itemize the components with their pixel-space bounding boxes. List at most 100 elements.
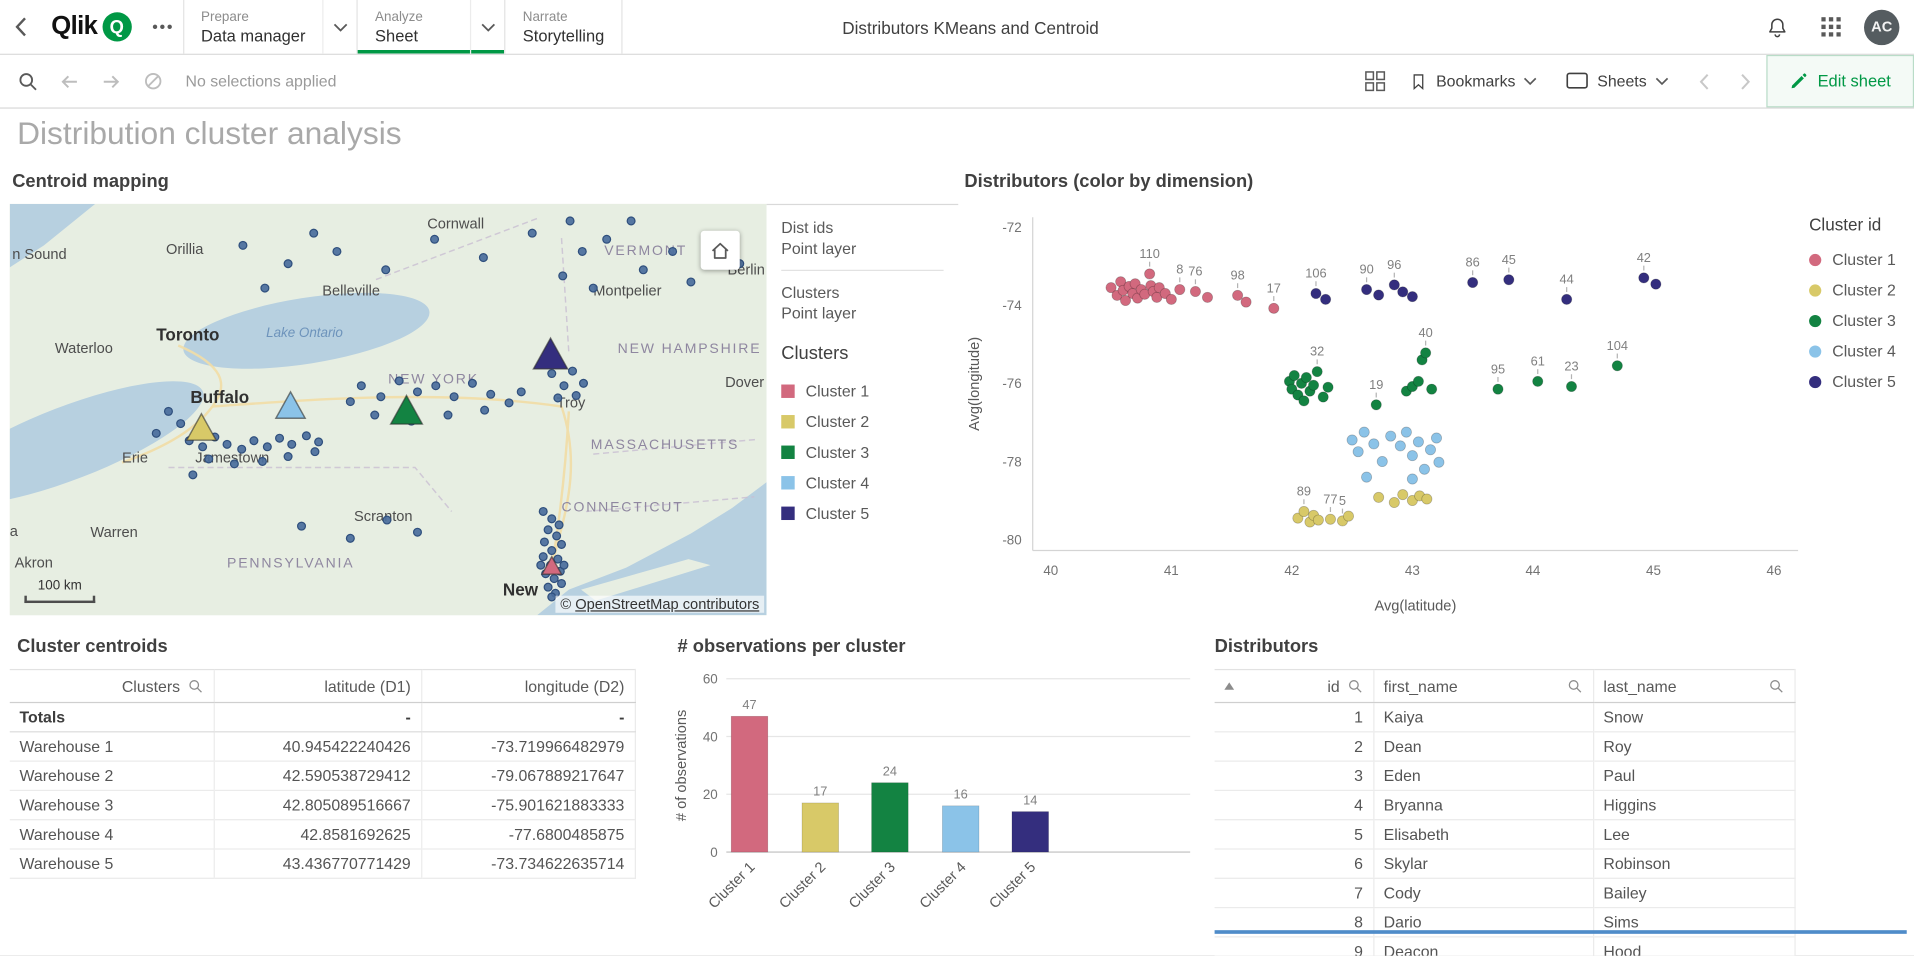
map-point[interactable] [444,411,452,419]
scatter-point[interactable] [1398,490,1408,500]
table-cell[interactable]: 42.8581692625 [214,820,422,849]
scatter-point[interactable] [1166,294,1176,304]
map-point[interactable] [539,508,547,516]
map-point[interactable] [539,553,547,561]
scatter-point[interactable] [1308,380,1318,390]
map-point[interactable] [383,516,391,524]
selections-back-button[interactable] [49,71,91,91]
legend-item[interactable]: Cluster 3 [781,437,943,468]
table-cell[interactable]: 2 [1215,732,1374,761]
map-point[interactable] [558,580,566,588]
map-point[interactable] [284,260,292,268]
map-point[interactable] [560,382,568,390]
table-cell[interactable]: 43.436770771429 [214,849,422,878]
map-point[interactable] [528,229,536,237]
scatter-point[interactable] [1312,366,1322,376]
search-icon[interactable] [1768,678,1784,694]
scatter-point[interactable] [1369,439,1379,449]
scatter-point[interactable] [1434,457,1444,467]
smart-search-button[interactable] [7,70,49,92]
scatter-chart[interactable]: 40414243444546-72-74-76-78-80Avg(latitud… [962,203,1810,618]
map-home-button[interactable] [701,231,740,270]
table-cell[interactable]: Kaiya [1373,703,1593,732]
table-cell[interactable]: Warehouse 3 [10,790,214,819]
scatter-point[interactable] [1493,384,1503,394]
bookmarks-button[interactable]: Bookmarks [1396,55,1552,107]
table-cell[interactable]: 42.590538729412 [214,761,422,790]
table-cell[interactable]: -75.901621883333 [421,790,635,819]
map-point[interactable] [479,254,487,262]
map-point[interactable] [560,561,568,569]
map-point[interactable] [569,367,577,375]
clear-selections-button[interactable] [132,71,174,92]
scatter-point[interactable] [1427,384,1437,394]
map-point[interactable] [431,235,439,243]
scatter-point[interactable] [1407,474,1417,484]
map-point[interactable] [639,266,647,274]
table-cell[interactable]: 3 [1215,761,1374,790]
map-point[interactable] [487,390,495,398]
scatter-point[interactable] [1389,280,1399,290]
map-point[interactable] [263,443,271,451]
scatter-point[interactable] [1299,506,1309,516]
map-point[interactable] [559,272,567,280]
map-point[interactable] [395,377,403,385]
scatter-point[interactable] [1145,269,1155,279]
layer-clusters[interactable]: Clusters Point layer [781,282,943,324]
legend-item[interactable]: Cluster 2 [781,406,943,437]
map-object[interactable]: n SoundOrilliaCornwallVERMONTBerlinBelle… [10,204,767,615]
map-point[interactable] [298,522,306,530]
next-sheet-button[interactable] [1725,55,1767,107]
map-point[interactable] [199,443,207,451]
map-point[interactable] [414,388,422,396]
table-cell[interactable]: -73.734622635714 [421,849,635,878]
scatter-point[interactable] [1639,273,1649,283]
bar[interactable] [942,806,979,852]
table-cell[interactable]: Warehouse 2 [10,761,214,790]
map-point[interactable] [205,455,213,463]
table-cell[interactable]: Hood [1593,937,1794,956]
map-point[interactable] [261,284,269,292]
search-icon[interactable] [1347,678,1363,694]
bar[interactable] [731,716,768,852]
scatter-point[interactable] [1299,396,1309,406]
map-point[interactable] [250,437,258,445]
scatter-point[interactable] [1651,279,1661,289]
table-row[interactable]: Warehouse 543.436770771429-73.7346226357… [10,849,635,878]
scatter-point[interactable] [1377,456,1387,466]
selections-forward-button[interactable] [90,71,132,91]
map-point[interactable] [687,278,695,286]
map-point[interactable] [165,407,173,415]
map-point[interactable] [177,420,185,428]
scatter-point[interactable] [1313,515,1323,525]
legend-item[interactable]: Cluster 2 [1809,275,1914,306]
map-point[interactable] [315,438,323,446]
nav-analyze[interactable]: Analyze Sheet [358,0,504,54]
map-point[interactable] [669,248,677,256]
legend-item[interactable]: Cluster 1 [781,376,943,407]
sort-ascending-icon[interactable] [1224,682,1234,689]
legend-item[interactable]: Cluster 3 [1809,305,1914,336]
legend-item[interactable]: Cluster 5 [1809,366,1914,397]
table-cell[interactable]: Dean [1373,732,1593,761]
table-cell[interactable]: 40.945422240426 [214,732,422,761]
map-point[interactable] [432,382,440,390]
scatter-point[interactable] [1422,494,1432,504]
map-point[interactable] [346,398,354,406]
column-header[interactable]: last_name [1593,670,1794,703]
scatter-point[interactable] [1311,288,1321,298]
table-row[interactable]: 7CodyBailey [1215,878,1795,907]
column-header[interactable]: Clusters [10,670,214,703]
nav-prepare[interactable]: Prepare Data manager [184,0,357,54]
scatter-point[interactable] [1301,372,1311,382]
scatter-point[interactable] [1232,290,1242,300]
scatter-point[interactable] [1419,464,1429,474]
app-switcher-button[interactable] [1810,0,1852,54]
table-cell[interactable]: Lee [1593,820,1794,849]
table-cell[interactable]: Warehouse 1 [10,732,214,761]
back-button[interactable] [0,0,42,54]
table-cell[interactable]: Deacon [1373,937,1593,956]
scatter-point[interactable] [1359,427,1369,437]
scatter-point[interactable] [1202,292,1212,302]
scatter-point[interactable] [1401,427,1411,437]
